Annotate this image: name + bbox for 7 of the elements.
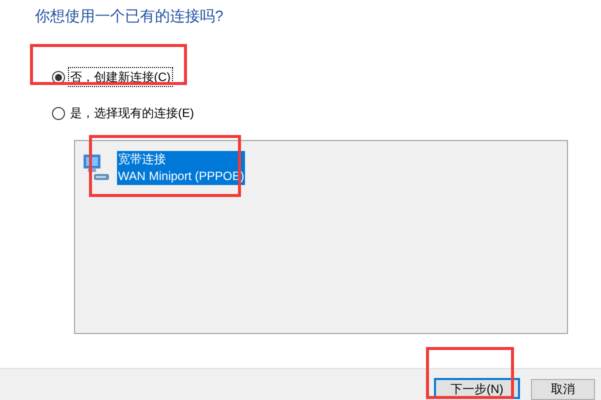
connection-name: 宽带连接: [118, 151, 167, 168]
dialog-heading: 你想使用一个已有的连接吗?: [35, 7, 224, 27]
network-computer-icon: [81, 153, 111, 183]
dialog-button[interactable]: 取消: [531, 378, 595, 400]
radio-button[interactable]: [52, 106, 65, 120]
radio-label[interactable]: 是，选择现有的连接(E): [68, 103, 196, 123]
radio-button[interactable]: [52, 70, 65, 84]
